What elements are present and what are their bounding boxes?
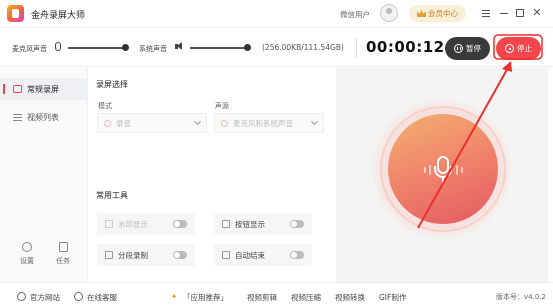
waveform-bar (461, 167, 463, 173)
mic-volume-slider[interactable] (68, 47, 124, 49)
footer-link-video-convert[interactable]: 视频转换 (335, 292, 365, 303)
system-volume-slider[interactable] (190, 47, 246, 49)
app-title: 金舟录屏大师 (31, 11, 86, 21)
close-button[interactable]: ✕ (531, 7, 543, 19)
mode-value: 录音 (116, 118, 131, 128)
system-volume-knob[interactable] (244, 44, 251, 51)
fire-icon: ✦ (171, 292, 178, 301)
tool-label: 自动结束 (235, 250, 265, 260)
control-bar: 麦克风声音 系统声音 (256.00KB/111.54GB) 00:00:12 … (0, 27, 553, 67)
mode-label: 模式 (98, 102, 112, 110)
app-recommend-link[interactable]: 「应用推荐」 (183, 292, 228, 303)
tool-label: 分段录制 (118, 250, 148, 260)
menu-button[interactable] (480, 7, 492, 19)
chevron-down-icon (193, 117, 202, 126)
settings-button[interactable]: 设置 (12, 242, 42, 266)
minimize-icon (500, 12, 508, 14)
tool-watermark[interactable]: 水印显示 (97, 213, 195, 235)
storage-info: (256.00KB/111.54GB) (262, 43, 344, 52)
mic-volume-knob[interactable] (122, 44, 129, 51)
audio-icon (104, 119, 111, 127)
recording-preview (336, 68, 548, 282)
divider (356, 38, 357, 58)
stop-button[interactable]: 停止 (496, 37, 541, 60)
sidebar-item-video-list[interactable]: 视频列表 (0, 106, 88, 128)
app-logo (7, 5, 24, 22)
record-section-title: 录屏选择 (96, 80, 128, 89)
support-link[interactable]: 在线客服 (87, 292, 117, 303)
source-select[interactable]: 麦克风和系统声音 (214, 113, 324, 133)
main-panel: 录屏选择 模式 录音 声源 麦克风和系统声音 常用工具 水印显示 按钮显示 分段… (89, 68, 333, 282)
website-link[interactable]: 官方网站 (30, 292, 60, 303)
chevron-down-icon (310, 117, 319, 126)
microphone-stem (442, 178, 444, 183)
stop-label: 停止 (517, 44, 532, 53)
maximize-button[interactable] (514, 7, 526, 19)
tools-section-title: 常用工具 (96, 191, 128, 200)
watermark-icon (105, 220, 113, 228)
microphone-icon[interactable] (55, 42, 61, 51)
pause-icon (454, 44, 463, 53)
record-icon (13, 85, 22, 93)
recording-timer: 00:00:12 (366, 38, 445, 56)
segment-icon (105, 251, 113, 259)
waveform-bar (424, 167, 426, 173)
tool-label: 水印显示 (118, 219, 148, 229)
tool-button-display[interactable]: 按钮显示 (214, 213, 312, 235)
member-center-label: 会员中心 (428, 9, 458, 18)
auto-stop-toggle[interactable] (290, 251, 304, 259)
settings-label: 设置 (20, 257, 34, 265)
hamburger-icon (482, 12, 490, 14)
waveform-bar (456, 165, 458, 175)
home-icon (17, 292, 26, 301)
button-display-toggle[interactable] (290, 220, 304, 228)
maximize-icon (516, 9, 524, 17)
source-value: 麦克风和系统声音 (233, 118, 293, 128)
footer-link-gif[interactable]: GIF制作 (379, 292, 406, 303)
tasks-button[interactable]: 任务 (48, 242, 78, 266)
source-label: 声源 (215, 102, 229, 110)
stop-icon (505, 44, 514, 53)
user-avatar[interactable] (380, 4, 398, 22)
tool-label: 按钮显示 (235, 219, 265, 229)
mode-select[interactable]: 录音 (97, 113, 207, 133)
footer-link-video-edit[interactable]: 视频剪辑 (247, 292, 277, 303)
pause-button[interactable]: 暂停 (445, 37, 490, 60)
cursor-icon (222, 220, 230, 228)
sidebar-item-label: 常规录屏 (27, 84, 59, 94)
watermark-toggle[interactable] (173, 220, 187, 228)
title-bar: 金舟录屏大师 微信用户 会员中心 ✕ (0, 0, 553, 27)
crown-icon (417, 10, 426, 17)
system-volume-label: 系统声音 (139, 45, 167, 53)
version-label: 版本号：v4.0.2 (496, 293, 546, 301)
segment-record-toggle[interactable] (173, 251, 187, 259)
pause-label: 暂停 (466, 44, 481, 53)
footer-link-video-compress[interactable]: 视频压缩 (291, 292, 321, 303)
waveform-bar (429, 165, 431, 175)
minimize-button[interactable] (498, 7, 510, 19)
audio-source-icon (221, 119, 228, 127)
sidebar: 常规录屏 视频列表 设置 任务 (0, 68, 88, 282)
sidebar-item-regular-recording[interactable]: 常规录屏 (0, 78, 88, 100)
task-icon (58, 242, 68, 252)
sidebar-item-label: 视频列表 (27, 112, 59, 122)
footer: 官方网站 在线客服 ✦ 「应用推荐」 视频剪辑 视频压缩 视频转换 GIF制作 … (0, 282, 553, 308)
user-name[interactable]: 微信用户 (340, 9, 370, 20)
speaker-icon[interactable] (175, 42, 185, 51)
clock-icon (222, 251, 230, 259)
tool-segment-record[interactable]: 分段录制 (97, 244, 195, 266)
tasks-label: 任务 (56, 257, 70, 265)
tool-auto-stop[interactable]: 自动结束 (214, 244, 312, 266)
member-center-button[interactable]: 会员中心 (409, 5, 466, 22)
support-icon (74, 292, 83, 301)
gear-icon (22, 242, 32, 252)
mic-volume-label: 麦克风声音 (12, 45, 47, 53)
list-icon (13, 113, 22, 121)
